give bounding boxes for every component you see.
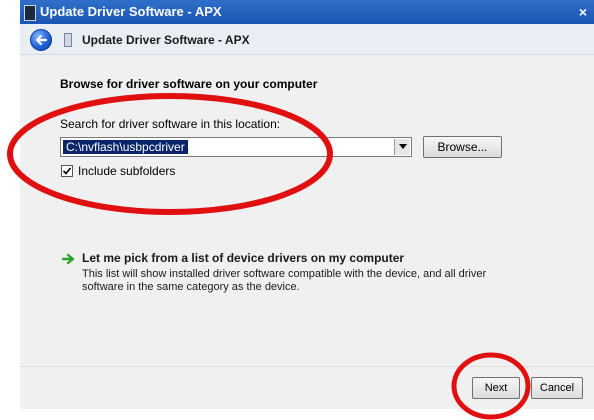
- annotation-ellipse-next: [451, 352, 531, 420]
- annotation-ellipse-path: [7, 93, 333, 215]
- annotation-overlay: [7, 93, 531, 420]
